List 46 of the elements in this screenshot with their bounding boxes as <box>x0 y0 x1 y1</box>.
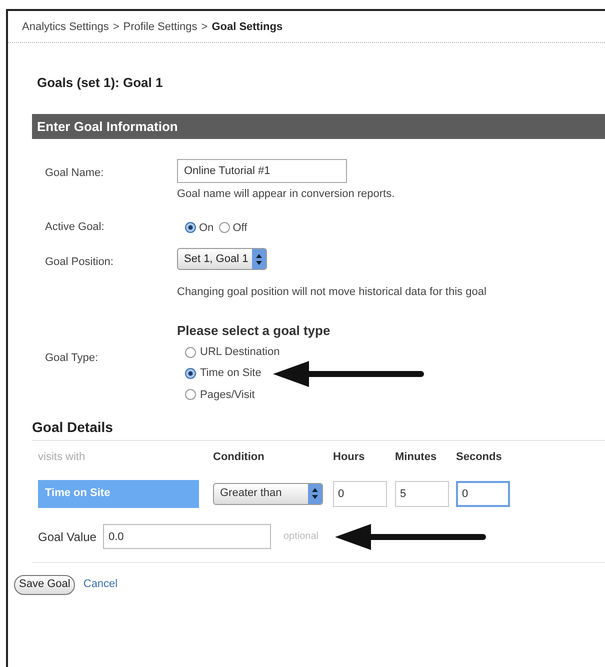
breadcrumb-link[interactable]: Analytics Settings <box>22 19 109 36</box>
time-field[interactable]: 5 <box>395 480 449 506</box>
field-label: Goal Type: <box>45 352 98 364</box>
breadcrumb-separator: > <box>201 20 208 35</box>
column-header: Hours <box>333 451 365 463</box>
column-header: Condition <box>213 451 264 463</box>
save-button[interactable]: Save Goal <box>14 574 76 594</box>
metric-label: Time on Site <box>38 480 199 508</box>
time-field[interactable]: 0 <box>456 480 510 506</box>
column-header: Seconds <box>456 451 502 463</box>
field-label: Goal Position: <box>45 256 114 268</box>
select-value: Greater than <box>220 486 282 502</box>
field-label: Goal Name: <box>45 167 104 179</box>
optional-note: optional <box>283 530 319 544</box>
field-label: Goal Value <box>38 528 96 546</box>
field-label: Active Goal: <box>45 220 104 232</box>
radio-label: Time on Site <box>200 366 262 382</box>
radio-label: URL Destination <box>200 345 280 360</box>
section-header: Enter Goal Information <box>32 114 605 139</box>
column-header: Minutes <box>395 451 437 463</box>
page-title: Goals (set 1): Goal 1 <box>37 74 163 92</box>
stepper-icon <box>308 484 322 504</box>
radio-button[interactable] <box>185 346 196 358</box>
hint-text: Changing goal position will not move historical data for this goal <box>177 285 486 300</box>
select-value: Set 1, Goal 1 <box>184 252 248 267</box>
hint-text: Goal name will appear in conversion reports. <box>177 187 395 202</box>
goal-value-field[interactable]: 0.0 <box>103 524 272 549</box>
radio-label: Off <box>232 220 248 236</box>
time-field[interactable]: 0 <box>333 480 387 506</box>
radio-label: Pages/Visit <box>200 388 255 402</box>
radio-button[interactable] <box>185 389 196 400</box>
breadcrumb-separator: > <box>112 20 120 35</box>
section-heading: Goal Details <box>32 418 113 437</box>
stepper-icon <box>252 249 266 269</box>
goal-name-field[interactable]: Online Tutorial #1 <box>177 159 347 183</box>
condition-select[interactable]: Greater than <box>213 482 323 504</box>
cancel-link[interactable]: Cancel <box>83 576 118 593</box>
radio-button[interactable] <box>218 222 230 234</box>
breadcrumb-current: Goal Settings <box>212 20 283 35</box>
radio-button[interactable] <box>185 222 196 234</box>
radio-button[interactable] <box>185 368 196 379</box>
radio-label: On <box>199 220 214 236</box>
goal-type-heading: Please select a goal type <box>177 322 332 340</box>
column-header: visits with <box>38 451 86 463</box>
position-select[interactable]: Set 1, Goal 1 <box>177 248 268 270</box>
breadcrumb-link[interactable]: Profile Settings <box>123 19 198 36</box>
